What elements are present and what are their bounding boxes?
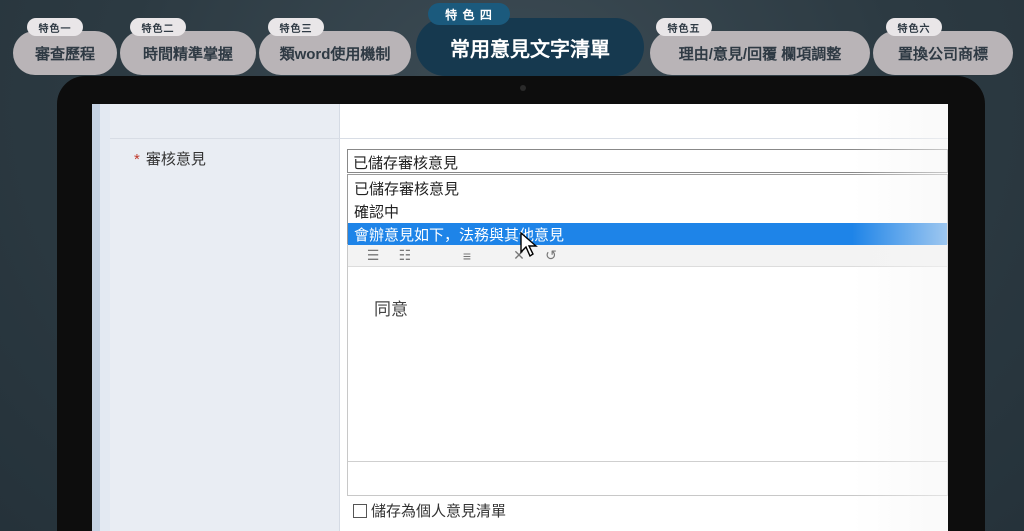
field-label-text: 審核意見: [145, 151, 206, 168]
feature-tab-3[interactable]: 類word使用機制: [259, 31, 411, 75]
undo-icon[interactable]: ↺: [540, 247, 562, 264]
side-strip: [92, 104, 100, 531]
feature-tab-5[interactable]: 理由/意見/回覆 欄項調整: [650, 31, 870, 75]
camera-dot: [520, 85, 526, 91]
editor-content[interactable]: 同意: [374, 295, 408, 320]
feature-tag-6: 特色六: [886, 18, 942, 36]
feature-tag-3: 特色三: [268, 18, 324, 36]
feature-label: 時間精準掌握: [142, 45, 233, 63]
required-mark: *: [134, 151, 140, 168]
side-strip-inner: [100, 104, 110, 531]
align-icon[interactable]: ≡: [456, 248, 478, 264]
feature-tab-2[interactable]: 時間精準掌握: [120, 31, 256, 75]
saved-opinion-select[interactable]: 已儲存審核意見: [347, 149, 948, 173]
dropdown-option[interactable]: 確認中: [348, 200, 947, 222]
feature-tab-6[interactable]: 置換公司商標: [873, 31, 1013, 75]
dropdown-option-selected[interactable]: 會辦意見如下，法務與其他意見: [348, 223, 947, 245]
feature-tab-4[interactable]: 常用意見文字清單: [416, 18, 644, 76]
unordered-list-icon[interactable]: ☷: [394, 247, 416, 264]
row-divider: [110, 138, 948, 139]
feature-label: 置換公司商標: [897, 45, 988, 63]
opinion-dropdown-list: 已儲存審核意見 確認中 會辦意見如下，法務與其他意見: [347, 174, 948, 245]
feature-label: 理由/意見/回覆 欄項調整: [678, 45, 842, 63]
ordered-list-icon[interactable]: ☰: [362, 247, 384, 264]
feature-tab-1[interactable]: 審查歷程: [13, 31, 117, 75]
editor-footer: [348, 461, 947, 495]
mouse-cursor-icon: [520, 232, 538, 258]
feature-tag-5: 特色五: [656, 18, 712, 36]
save-checkbox-label: 儲存為個人意見清單: [371, 503, 507, 520]
feature-label: 審查歷程: [34, 45, 95, 63]
dropdown-option[interactable]: 已儲存審核意見: [348, 177, 947, 199]
feature-tag-4: 特 色 四: [428, 3, 510, 25]
select-value: 已儲存審核意見: [353, 155, 459, 172]
form-screen: * 審核意見 已儲存審核意見 已儲存審核意見 確認中 會辦意見如下，法務與其他意見…: [92, 104, 948, 531]
feature-tag-2: 特色二: [130, 18, 186, 36]
feature-label: 類word使用機制: [279, 45, 391, 63]
save-personal-option[interactable]: 儲存為個人意見清單: [353, 500, 506, 521]
rich-text-editor[interactable]: ☰ ☷ ≡ ✕ ↺ 同意: [347, 244, 948, 496]
editor-toolbar: ☰ ☷ ≡ ✕ ↺: [348, 245, 947, 267]
feature-tag-1: 特色一: [27, 18, 83, 36]
feature-label: 常用意見文字清單: [450, 38, 610, 61]
save-checkbox[interactable]: [353, 503, 367, 518]
review-opinion-label: * 審核意見: [134, 148, 206, 169]
